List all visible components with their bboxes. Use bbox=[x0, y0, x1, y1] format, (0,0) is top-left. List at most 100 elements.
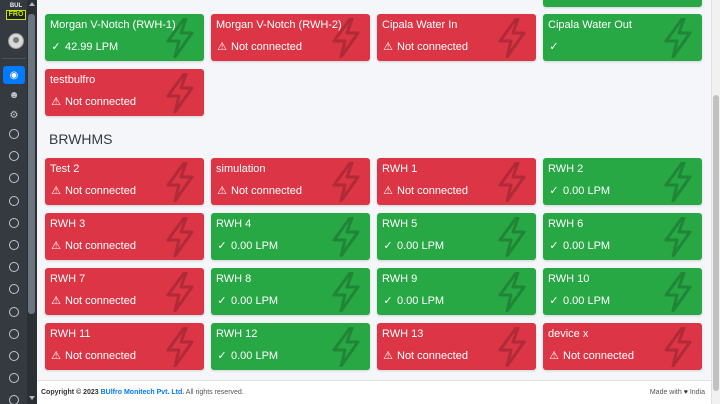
nav-item-1[interactable] bbox=[3, 125, 25, 143]
device-card[interactable]: RWH 8 ✓ 0.00 LPM bbox=[211, 268, 370, 315]
device-card[interactable]: testbulfro ⚠ Not connected bbox=[45, 69, 204, 116]
lightning-bolt-icon bbox=[330, 17, 362, 59]
device-status: ✓ 0.00 LPM bbox=[548, 294, 610, 308]
status-text: Not connected bbox=[563, 349, 634, 362]
nav-item-6[interactable] bbox=[3, 236, 25, 254]
circle-icon bbox=[9, 129, 19, 139]
device-card[interactable]: device x ⚠ Not connected bbox=[543, 323, 702, 370]
nav-item-11[interactable] bbox=[3, 347, 25, 365]
warning-icon: ⚠ bbox=[217, 185, 227, 197]
device-card[interactable]: RWH 6 ✓ 0.00 LPM bbox=[543, 213, 702, 260]
sidebar: BUL FRO ◉ ☻ ⚙ bbox=[0, 0, 37, 404]
device-name: RWH 12 bbox=[216, 328, 258, 340]
check-icon: ✓ bbox=[217, 240, 227, 252]
device-card[interactable]: Test 2 ⚠ Not connected bbox=[45, 158, 204, 205]
footer-copyright: Copyright © 2023 BUlfro Monitech Pvt. Lt… bbox=[41, 389, 244, 396]
device-card[interactable]: RWH 11 ⚠ Not connected bbox=[45, 323, 204, 370]
nav-item-gears[interactable]: ⚙ bbox=[3, 106, 25, 124]
circle-icon bbox=[9, 395, 19, 404]
nav-item-9[interactable] bbox=[3, 303, 25, 321]
lightning-bolt-icon bbox=[662, 326, 694, 368]
device-status: ✓ 0.00 LPM bbox=[216, 294, 279, 308]
status-text: Not connected bbox=[65, 184, 136, 197]
sidebar-scroll-down-icon[interactable] bbox=[29, 396, 35, 400]
device-status: ✓ 0.00 LPM bbox=[382, 294, 445, 308]
status-text: 0.00 LPM bbox=[563, 184, 611, 197]
nav-item-dashboard[interactable]: ◉ bbox=[3, 66, 25, 84]
device-status: ⚠ Not connected bbox=[50, 294, 136, 308]
nav-item-2[interactable] bbox=[3, 147, 25, 165]
device-card[interactable]: RWH 10 ✓ 0.00 LPM bbox=[543, 268, 702, 315]
user-icon: ☻ bbox=[8, 89, 20, 101]
status-text: 0.00 LPM bbox=[231, 349, 279, 362]
warning-icon: ⚠ bbox=[383, 185, 393, 197]
device-status: ⚠ Not connected bbox=[50, 349, 136, 363]
device-status: ⚠ Not connected bbox=[548, 349, 634, 363]
check-icon: ✓ bbox=[549, 185, 559, 197]
device-card[interactable]: RWH 12 ✓ 0.00 LPM bbox=[211, 323, 370, 370]
device-name: RWH 2 bbox=[548, 163, 584, 175]
device-card-partial[interactable] bbox=[543, 0, 702, 7]
nav-item-7[interactable] bbox=[3, 258, 25, 276]
company-link[interactable]: BUlfro Monitech Pvt. Ltd. bbox=[101, 389, 185, 396]
device-name: RWH 9 bbox=[382, 273, 418, 285]
sidebar-scroll-up-icon[interactable] bbox=[29, 2, 35, 6]
sidebar-scrollbar-thumb[interactable] bbox=[28, 14, 35, 314]
lightning-bolt-icon bbox=[496, 161, 528, 203]
status-text: 0.00 LPM bbox=[563, 239, 611, 252]
device-card[interactable]: simulation ⚠ Not connected bbox=[211, 158, 370, 205]
warning-icon: ⚠ bbox=[51, 96, 61, 108]
device-card[interactable]: RWH 4 ✓ 0.00 LPM bbox=[211, 213, 370, 260]
device-name: RWH 13 bbox=[382, 328, 424, 340]
lightning-bolt-icon bbox=[496, 326, 528, 368]
device-card[interactable]: RWH 5 ✓ 0.00 LPM bbox=[377, 213, 536, 260]
lightning-bolt-icon bbox=[330, 271, 362, 313]
device-status: ⚠ Not connected bbox=[382, 40, 468, 54]
device-card[interactable]: Cipala Water Out ✓ bbox=[543, 14, 702, 61]
device-name: simulation bbox=[216, 163, 266, 175]
circle-icon bbox=[9, 284, 19, 295]
lightning-bolt-icon bbox=[330, 161, 362, 203]
lightning-bolt-icon bbox=[330, 326, 362, 368]
warning-icon: ⚠ bbox=[217, 41, 227, 53]
nav-item-10[interactable] bbox=[3, 325, 25, 343]
nav-item-5[interactable] bbox=[3, 214, 25, 232]
device-card[interactable]: RWH 2 ✓ 0.00 LPM bbox=[543, 158, 702, 205]
nav-item-4[interactable] bbox=[3, 192, 25, 210]
device-status: ✓ 0.00 LPM bbox=[216, 349, 279, 363]
nav-item-user[interactable]: ☻ bbox=[3, 86, 25, 104]
device-status: ⚠ Not connected bbox=[50, 95, 136, 109]
device-card[interactable]: RWH 1 ⚠ Not connected bbox=[377, 158, 536, 205]
device-card[interactable]: Cipala Water In ⚠ Not connected bbox=[377, 14, 536, 61]
lightning-bolt-icon bbox=[164, 216, 196, 258]
page-scrollbar-thumb[interactable] bbox=[713, 95, 719, 391]
device-status: ✓ bbox=[548, 40, 563, 53]
rights-text: All rights reserved. bbox=[185, 389, 244, 396]
circle-icon bbox=[9, 151, 19, 162]
lightning-bolt-icon bbox=[330, 216, 362, 258]
status-text: Not connected bbox=[231, 40, 302, 53]
device-card[interactable]: RWH 3 ⚠ Not connected bbox=[45, 213, 204, 260]
device-card[interactable]: RWH 7 ⚠ Not connected bbox=[45, 268, 204, 315]
nav-item-13[interactable] bbox=[3, 391, 25, 404]
check-icon: ✓ bbox=[549, 41, 559, 53]
page-scrollbar[interactable] bbox=[711, 0, 720, 404]
lightning-bolt-icon bbox=[496, 271, 528, 313]
device-card[interactable]: RWH 9 ✓ 0.00 LPM bbox=[377, 268, 536, 315]
status-text: 0.00 LPM bbox=[397, 294, 445, 307]
brand-logo[interactable]: BUL FRO bbox=[6, 3, 26, 21]
warning-icon: ⚠ bbox=[51, 350, 61, 362]
status-text: Not connected bbox=[397, 40, 468, 53]
nav-item-8[interactable] bbox=[3, 280, 25, 298]
user-avatar[interactable] bbox=[8, 33, 24, 49]
logo-bottom-text: FRO bbox=[6, 10, 26, 20]
nav-item-12[interactable] bbox=[3, 369, 25, 387]
device-card[interactable]: RWH 13 ⚠ Not connected bbox=[377, 323, 536, 370]
nav-item-3[interactable] bbox=[3, 169, 25, 187]
status-text: 0.00 LPM bbox=[231, 294, 279, 307]
device-card[interactable]: Morgan V-Notch (RWH-1) ✓ 42.99 LPM bbox=[45, 14, 204, 61]
device-name: Morgan V-Notch (RWH-1) bbox=[50, 19, 176, 31]
lightning-bolt-icon bbox=[164, 326, 196, 368]
device-card[interactable]: Morgan V-Notch (RWH-2) ⚠ Not connected bbox=[211, 14, 370, 61]
lightning-bolt-icon bbox=[496, 216, 528, 258]
